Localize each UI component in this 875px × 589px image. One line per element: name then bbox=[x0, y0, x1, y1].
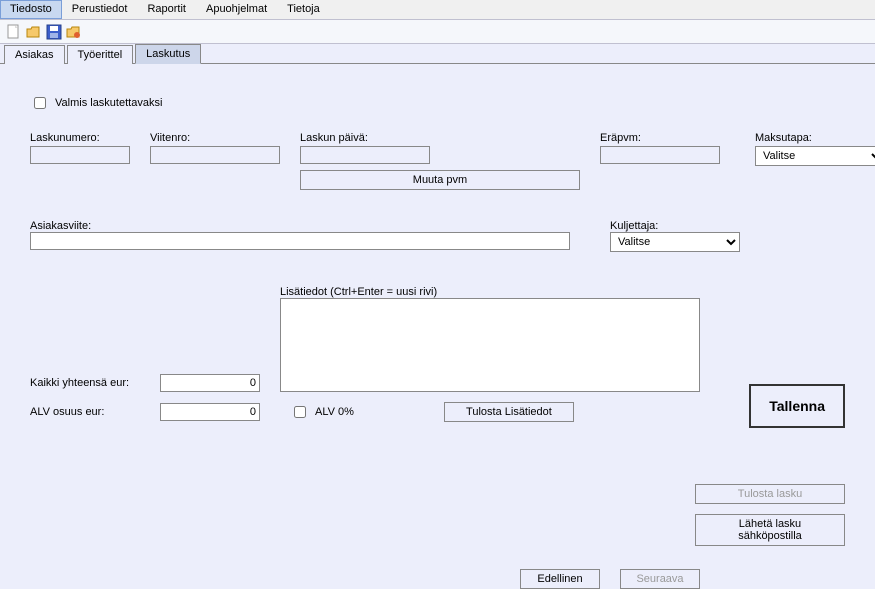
tabstrip: Asiakas Työerittel Laskutus bbox=[0, 44, 875, 64]
save-icon[interactable] bbox=[46, 24, 62, 40]
maksutapa-label: Maksutapa: bbox=[755, 132, 875, 144]
alv-osuus-input[interactable] bbox=[160, 403, 260, 421]
tulosta-lisatiedot-button[interactable]: Tulosta Lisätiedot bbox=[444, 402, 574, 422]
form-laskutus: Valmis laskutettavaksi Laskunumero: Viit… bbox=[0, 64, 875, 442]
viitenro-label: Viitenro: bbox=[150, 132, 280, 144]
menu-apuohjelmat[interactable]: Apuohjelmat bbox=[196, 0, 277, 19]
maksutapa-select[interactable]: Valitse bbox=[755, 146, 875, 166]
erapvm-input bbox=[600, 146, 720, 164]
menu-perustiedot[interactable]: Perustiedot bbox=[62, 0, 138, 19]
kaikki-label: Kaikki yhteensä eur: bbox=[30, 377, 129, 389]
alv0-label: ALV 0% bbox=[315, 406, 354, 418]
valmis-label: Valmis laskutettavaksi bbox=[55, 97, 162, 109]
tab-asiakas[interactable]: Asiakas bbox=[4, 45, 65, 64]
new-icon[interactable] bbox=[6, 24, 22, 40]
lisatiedot-textarea[interactable] bbox=[280, 298, 700, 392]
open-icon[interactable] bbox=[26, 24, 42, 40]
laheta-sahkoposti-button[interactable]: Lähetä lasku sähköpostilla bbox=[695, 514, 845, 546]
menu-tiedosto[interactable]: Tiedosto bbox=[0, 0, 62, 19]
seuraava-button[interactable]: Seuraava bbox=[620, 569, 700, 589]
laskunumero-label: Laskunumero: bbox=[30, 132, 130, 144]
menu-raportit[interactable]: Raportit bbox=[137, 0, 196, 19]
laskunumero-input bbox=[30, 146, 130, 164]
tab-tyoerittel[interactable]: Työerittel bbox=[67, 45, 134, 64]
asiakasviite-label: Asiakasviite: bbox=[30, 220, 570, 232]
erapvm-label: Eräpvm: bbox=[600, 132, 720, 144]
tulosta-lasku-button[interactable]: Tulosta lasku bbox=[695, 484, 845, 504]
tallenna-button[interactable]: Tallenna bbox=[749, 384, 845, 428]
toolbar bbox=[0, 20, 875, 44]
asiakasviite-input[interactable] bbox=[30, 232, 570, 250]
tab-laskutus[interactable]: Laskutus bbox=[135, 44, 201, 64]
kuljettaja-label: Kuljettaja: bbox=[610, 220, 740, 232]
folder-action-icon[interactable] bbox=[66, 24, 82, 40]
menubar: Tiedosto Perustiedot Raportit Apuohjelma… bbox=[0, 0, 875, 20]
kaikki-input[interactable] bbox=[160, 374, 260, 392]
alv0-checkbox[interactable] bbox=[294, 406, 306, 418]
valmis-checkbox[interactable] bbox=[34, 97, 46, 109]
kuljettaja-select[interactable]: Valitse bbox=[610, 232, 740, 252]
muuta-pvm-button[interactable]: Muuta pvm bbox=[300, 170, 580, 190]
menu-tietoja[interactable]: Tietoja bbox=[277, 0, 330, 19]
viitenro-input bbox=[150, 146, 280, 164]
alv-osuus-label: ALV osuus eur: bbox=[30, 406, 104, 418]
edellinen-button[interactable]: Edellinen bbox=[520, 569, 600, 589]
laskunpaiva-input bbox=[300, 146, 430, 164]
laskunpaiva-label: Laskun päivä: bbox=[300, 132, 580, 144]
lisatiedot-label: Lisätiedot (Ctrl+Enter = uusi rivi) bbox=[280, 286, 700, 298]
